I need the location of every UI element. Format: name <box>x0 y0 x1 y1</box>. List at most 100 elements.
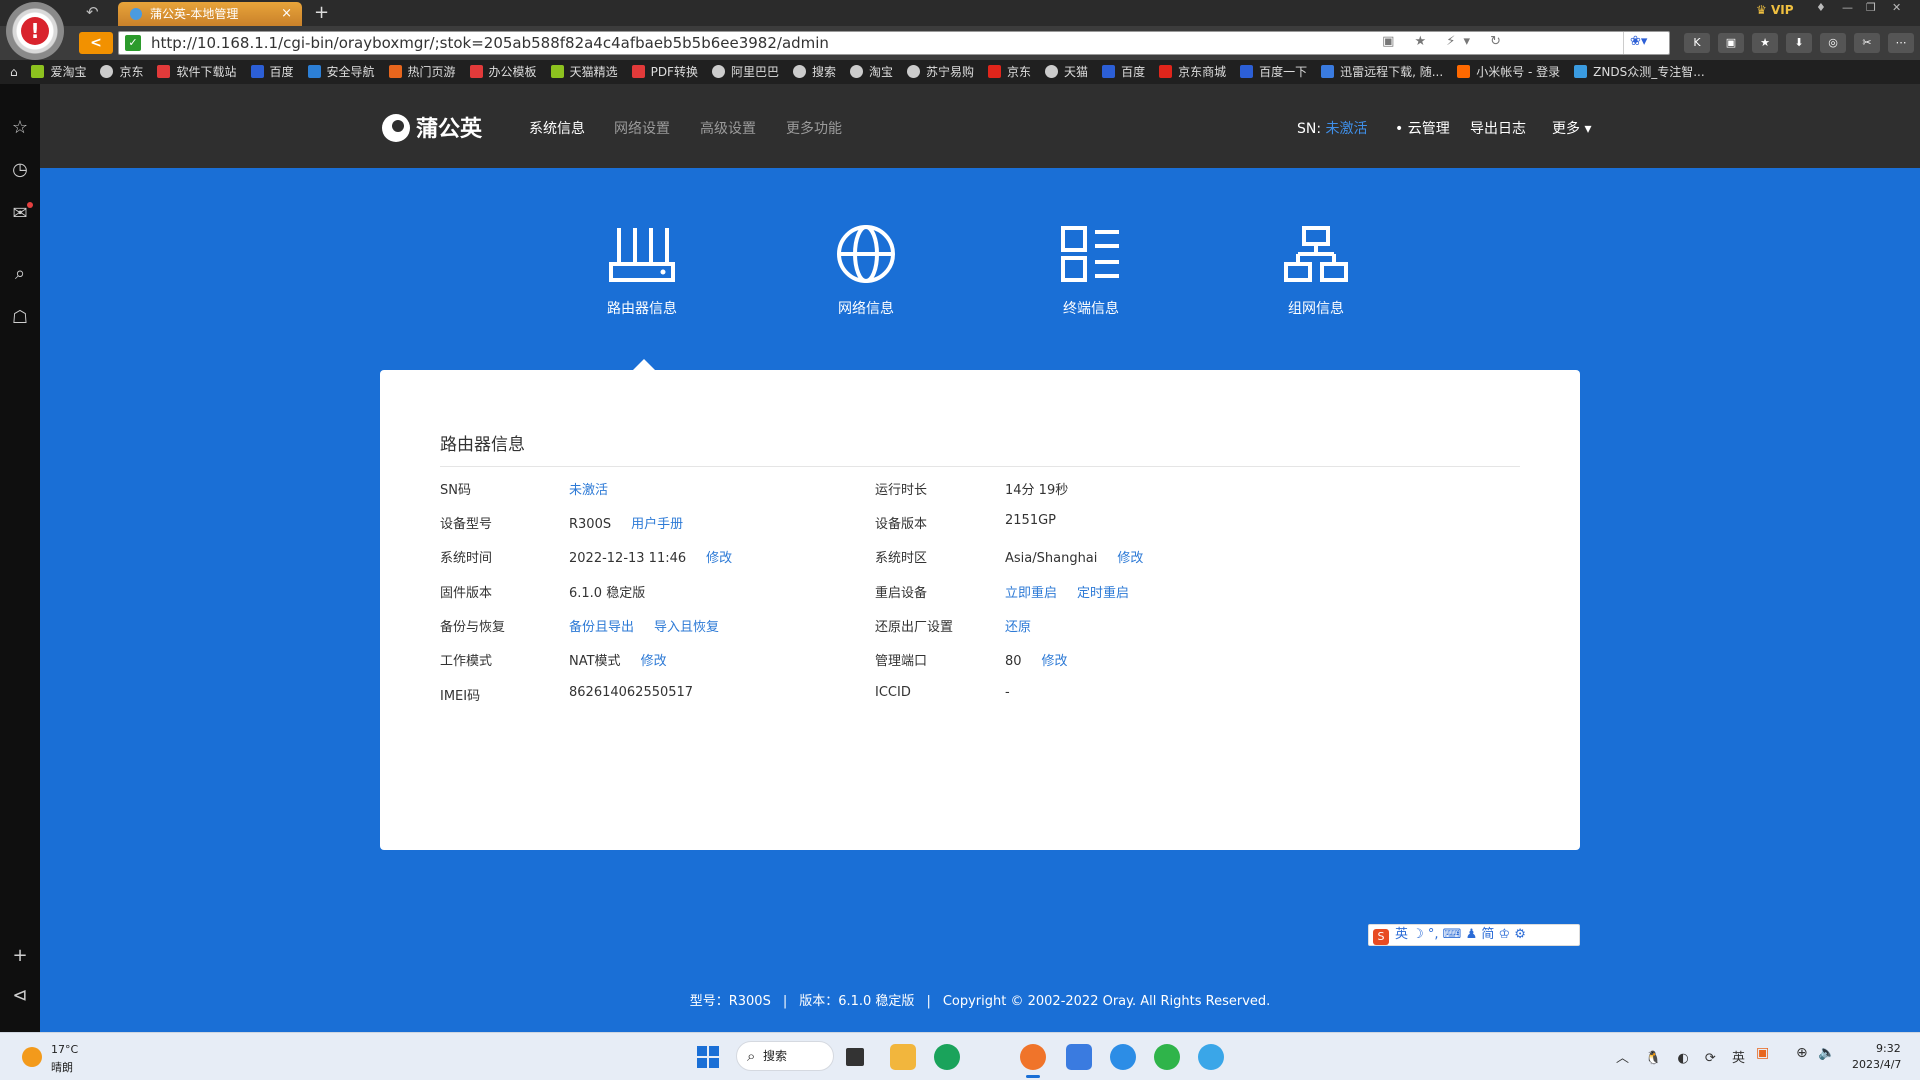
restore-icon[interactable]: ❐ <box>1866 1 1876 14</box>
more-dropdown[interactable]: 更多 ▾ <box>1552 118 1591 138</box>
bookmark-item[interactable]: 阿里巴巴 <box>711 60 779 84</box>
undo-close-tab-icon[interactable]: ↶ <box>86 3 99 21</box>
toolbar-gamepad-icon[interactable]: ◎ <box>1820 33 1846 53</box>
edge-browser-icon[interactable] <box>934 1044 960 1070</box>
bookmark-item[interactable]: 迅雷远程下载, 随... <box>1321 60 1443 84</box>
home-icon[interactable]: ⌂ <box>10 65 18 79</box>
info-action-link[interactable]: 定时重启 <box>1077 586 1129 601</box>
bookmark-item[interactable]: 京东 <box>100 60 143 84</box>
tab-close-icon[interactable]: × <box>281 2 292 26</box>
bookmark-item[interactable]: 安全导航 <box>307 60 375 84</box>
toolbar-tools-icon[interactable]: ✂ <box>1854 33 1880 53</box>
cloud-manage-link[interactable]: • 云管理 <box>1395 118 1450 138</box>
bookmark-item[interactable]: 小米帐号 - 登录 <box>1457 60 1560 84</box>
app-swirl-icon[interactable] <box>1110 1044 1136 1070</box>
feishu-icon[interactable] <box>1066 1044 1092 1070</box>
info-action-link[interactable]: 修改 <box>1042 654 1068 669</box>
weather-description[interactable]: 晴朗 <box>51 1059 73 1075</box>
file-explorer-icon[interactable] <box>890 1044 916 1070</box>
back-button[interactable]: < <box>79 32 113 54</box>
bookmark-item[interactable]: 搜索 <box>792 60 836 84</box>
bookmark-item[interactable]: 办公模板 <box>469 60 537 84</box>
toolbar-k-icon[interactable]: K <box>1684 33 1710 53</box>
bookmark-item[interactable]: 热门页游 <box>388 60 456 84</box>
address-bar[interactable]: ✓ http://10.168.1.1/cgi-bin/orayboxmgr/;… <box>118 31 1765 55</box>
skin-icon[interactable]: ♦ <box>1816 1 1826 14</box>
toolbar-menu-icon[interactable]: ⋯ <box>1888 33 1914 53</box>
bookmark-item[interactable]: ZNDS众测_专注智... <box>1574 60 1705 84</box>
nav-more-functions[interactable]: 更多功能 <box>786 118 842 138</box>
windows-start-icon[interactable] <box>697 1046 719 1068</box>
wechat-icon[interactable] <box>1154 1044 1180 1070</box>
ime-items[interactable]: 英 ☽ °, ⌨ ♟ 简 ♔ ⚙ <box>1395 927 1526 942</box>
info-action-link[interactable]: 用户手册 <box>631 517 683 532</box>
info-action-link[interactable]: 立即重启 <box>1005 586 1057 601</box>
category-networking-info[interactable]: 组网信息 <box>1241 224 1391 318</box>
category-network-info[interactable]: 网络信息 <box>791 224 941 318</box>
network-icon[interactable]: ⊕ <box>1796 1045 1808 1061</box>
search-icon[interactable]: ⌕ <box>8 262 32 286</box>
category-router-info[interactable]: 路由器信息 <box>567 224 717 318</box>
nav-network-settings[interactable]: 网络设置 <box>614 118 670 138</box>
bookmark-item[interactable]: 京东商城 <box>1159 60 1226 84</box>
address-tools[interactable]: ▣ ★ ⚡▾ ↻ <box>1382 34 1509 49</box>
bookmark-label: 京东 <box>119 65 144 79</box>
system-tray[interactable]: ︿ 🐧 ◐ ⟳ 英 <box>1616 1047 1751 1066</box>
info-action-link[interactable]: 修改 <box>1117 551 1143 566</box>
bookmark-item[interactable]: 爱淘宝 <box>31 60 86 84</box>
tab-title: 蒲公英-本地管理 <box>150 7 239 21</box>
bookmark-item[interactable]: 百度 <box>250 60 294 84</box>
clock-time[interactable]: 9:32 <box>1876 1042 1901 1055</box>
browser-logo-icon[interactable]: ! <box>6 2 64 60</box>
minimize-icon[interactable]: — <box>1842 1 1853 14</box>
weather-temperature[interactable]: 17°C <box>51 1043 78 1056</box>
bookmark-item[interactable]: 京东 <box>988 60 1031 84</box>
task-view-icon[interactable] <box>846 1048 864 1066</box>
ime-toolbar[interactable]: S 英 ☽ °, ⌨ ♟ 简 ♔ ⚙ <box>1368 924 1580 946</box>
game-controller-icon[interactable]: ☖ <box>8 306 32 330</box>
info-action-link[interactable]: 修改 <box>641 654 667 669</box>
add-icon[interactable]: + <box>8 944 32 968</box>
collapse-sidebar-icon[interactable]: ⊲ <box>8 984 32 1008</box>
pugongying-logo[interactable]: 蒲公英 <box>382 111 482 143</box>
toolbar-star-icon[interactable]: ★ <box>1752 33 1778 53</box>
bookmark-item[interactable]: PDF转换 <box>631 60 698 84</box>
category-terminal-info[interactable]: 终端信息 <box>1016 224 1166 318</box>
bookmark-item[interactable]: 软件下载站 <box>157 60 237 84</box>
bookmark-item[interactable]: 淘宝 <box>850 60 893 84</box>
router-admin-page: 蒲公英 系统信息 网络设置 高级设置 更多功能 SN: 未激活 • 云管理 导出… <box>40 84 1920 1032</box>
nav-system-info[interactable]: 系统信息 <box>529 118 585 138</box>
info-action-link[interactable]: 未激活 <box>569 483 608 498</box>
history-clock-icon[interactable]: ◷ <box>8 158 32 182</box>
bookmark-item[interactable]: 百度 <box>1102 60 1145 84</box>
clock-date[interactable]: 2023/4/7 <box>1852 1058 1901 1071</box>
bookmark-item[interactable]: 天猫精选 <box>550 60 618 84</box>
info-action-link[interactable]: 修改 <box>706 551 732 566</box>
sun-weather-icon[interactable] <box>22 1047 42 1067</box>
sn-value-link[interactable]: 未激活 <box>1326 121 1368 137</box>
bookmark-item[interactable]: 天猫 <box>1045 60 1088 84</box>
sogou-browser-icon[interactable] <box>1020 1044 1046 1070</box>
bookmark-item[interactable]: 百度一下 <box>1240 60 1307 84</box>
tab-favicon-icon <box>130 8 142 20</box>
volume-icon[interactable]: 🔈 <box>1818 1045 1835 1061</box>
info-action-link[interactable]: 备份且导出 <box>569 620 634 635</box>
url-text[interactable]: http://10.168.1.1/cgi-bin/orayboxmgr/;st… <box>151 32 829 54</box>
info-action-link[interactable]: 导入且恢复 <box>654 620 719 635</box>
tray-app-icon[interactable]: ▣ <box>1756 1045 1769 1061</box>
bookmark-item[interactable]: 苏宁易购 <box>907 60 974 84</box>
close-window-icon[interactable]: ✕ <box>1892 1 1901 14</box>
globe-app-icon[interactable] <box>1198 1044 1224 1070</box>
export-log-link[interactable]: 导出日志 <box>1470 118 1526 138</box>
info-label: 备份与恢复 <box>440 620 506 635</box>
browser-tab-active[interactable]: 蒲公英-本地管理 × <box>118 2 302 26</box>
toolbar-lock-icon[interactable]: ▣ <box>1718 33 1744 53</box>
toolbar-download-icon[interactable]: ⬇ <box>1786 33 1812 53</box>
new-tab-button[interactable]: + <box>314 2 329 23</box>
baidu-paw-icon[interactable]: ❀▾ <box>1630 34 1647 49</box>
taskbar-search[interactable]: 搜索 <box>736 1041 834 1071</box>
favorites-star-icon[interactable]: ☆ <box>8 116 32 140</box>
nav-advanced-settings[interactable]: 高级设置 <box>700 118 756 138</box>
vip-badge[interactable]: ♛ VIP <box>1756 3 1793 17</box>
info-action-link[interactable]: 还原 <box>1005 620 1031 635</box>
